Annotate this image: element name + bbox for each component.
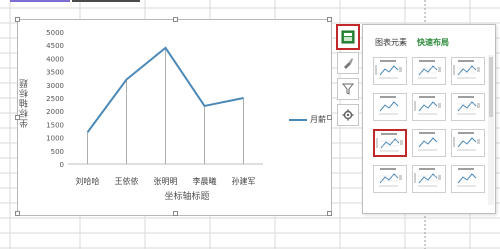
layout-option-3[interactable] [451, 57, 485, 85]
gear-icon [342, 109, 354, 121]
chart-styles-button[interactable] [337, 52, 359, 74]
x-axis-title[interactable]: 坐标轴标题 [147, 189, 227, 202]
layout-thumbnail-icon [457, 96, 480, 115]
chart-filters-button[interactable] [337, 78, 359, 100]
y-tick-label: 1000 [46, 135, 64, 143]
layout-thumbnail-icon [418, 60, 441, 79]
y-tick-label: 3000 [46, 82, 64, 90]
layout-option-1[interactable] [373, 57, 407, 85]
layout-option-6[interactable] [451, 93, 485, 121]
layout-option-5[interactable] [412, 93, 446, 121]
tab-quick-layout[interactable]: 快速布局 [417, 37, 449, 48]
x-tick-label: 刘哈哈 [76, 176, 100, 186]
layout-option-12[interactable] [451, 165, 485, 193]
chart-elements-button[interactable] [336, 24, 360, 50]
legend-label: 月薪 [310, 115, 326, 124]
quick-layout-panel: 图表元素 快速布局 [362, 24, 496, 214]
chart-elements-icon [341, 30, 355, 44]
x-tick-label: 孙建军 [232, 176, 256, 186]
y-tick-label: 1500 [46, 121, 64, 129]
layout-thumbnail-icon [375, 60, 402, 79]
panel-scroll-thumb[interactable] [489, 57, 493, 117]
panel-tabs: 图表元素 快速布局 [375, 37, 449, 48]
chart-legend[interactable]: 月薪 [289, 114, 326, 125]
y-tick-label: 5000 [46, 29, 64, 37]
y-tick-label: 4500 [46, 42, 64, 50]
y-tick-label: 0 [60, 161, 64, 169]
layout-thumbnail-icon [457, 168, 477, 187]
y-tick-label: 4000 [46, 55, 64, 63]
layout-option-4[interactable] [373, 93, 407, 121]
layout-thumbnail-icon [418, 132, 438, 151]
layout-thumbnail-icon [414, 168, 441, 187]
layout-option-11[interactable] [412, 165, 446, 193]
chart-area[interactable]: 坐标轴标题 5000 4500 4000 3500 3000 2500 2000 1500 10… [15, 17, 333, 217]
layout-thumbnail-icon [414, 96, 441, 115]
legend-swatch [289, 118, 307, 121]
layout-option-2[interactable] [412, 57, 446, 85]
y-tick-label: 3500 [46, 69, 64, 77]
filter-icon [342, 83, 354, 95]
layout-option-10[interactable] [373, 165, 407, 193]
layout-thumbnail-icon [453, 132, 480, 151]
layout-option-9[interactable] [451, 129, 485, 157]
x-tick-label: 李晨曦 [193, 176, 217, 186]
line-chart[interactable]: 5000450040003500300025002000150010005000… [18, 20, 333, 217]
layout-thumbnail-icon [379, 168, 402, 187]
y-tick-label: 2000 [46, 108, 64, 116]
layout-option-8[interactable] [412, 129, 446, 157]
layout-thumbnail-icon [453, 60, 480, 79]
y-tick-label: 2500 [46, 95, 64, 103]
chart-settings-button[interactable] [337, 104, 359, 126]
brush-icon [344, 58, 353, 69]
x-tick-label: 张明明 [154, 177, 178, 186]
layout-option-7[interactable] [373, 129, 407, 157]
tab-chart-elements[interactable]: 图表元素 [375, 37, 407, 48]
layout-thumbnail-icon [379, 96, 399, 115]
x-tick-label: 王依依 [115, 176, 139, 186]
layout-thumbnail-icon [376, 133, 403, 152]
y-tick-label: 500 [51, 148, 64, 156]
